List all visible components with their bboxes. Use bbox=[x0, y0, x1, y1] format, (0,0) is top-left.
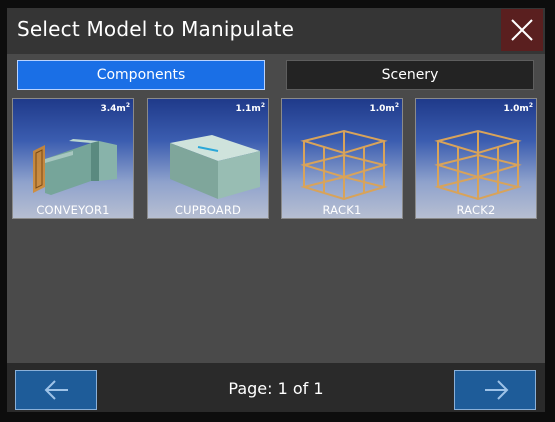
model-card-rack1[interactable]: 1.0m2 RACK1 bbox=[281, 98, 403, 219]
model-name-label: RACK1 bbox=[322, 203, 362, 217]
model-selector-window: Select Model to Manipulate Components Sc… bbox=[7, 8, 545, 412]
model-card-conveyor1[interactable]: 3.4m2 CONVEYOR1 bbox=[12, 98, 134, 219]
tab-components[interactable]: Components bbox=[17, 60, 265, 90]
cupboard-model-thumbnail bbox=[170, 135, 260, 199]
model-card-cupboard[interactable]: 1.1m2 CUPBOARD bbox=[147, 98, 269, 219]
model-area-label: 1.1m2 bbox=[235, 102, 265, 114]
page-indicator: Page: 1 of 1 bbox=[228, 379, 324, 398]
model-area-label: 1.0m2 bbox=[503, 102, 533, 114]
arrow-left-icon bbox=[44, 380, 68, 400]
model-area-label: 1.0m2 bbox=[369, 102, 399, 114]
rack-model-thumbnail bbox=[434, 129, 522, 201]
next-page-button[interactable] bbox=[454, 370, 536, 410]
title-bar: Select Model to Manipulate bbox=[7, 8, 545, 54]
model-area-label: 3.4m2 bbox=[100, 102, 130, 114]
window-title: Select Model to Manipulate bbox=[17, 17, 295, 41]
previous-page-button[interactable] bbox=[15, 370, 97, 410]
pagination-bar: Page: 1 of 1 bbox=[7, 363, 545, 412]
close-icon bbox=[511, 19, 533, 41]
tab-scenery[interactable]: Scenery bbox=[286, 60, 534, 90]
close-button[interactable] bbox=[501, 9, 543, 51]
model-name-label: CONVEYOR1 bbox=[36, 203, 110, 217]
model-name-label: CUPBOARD bbox=[174, 203, 242, 217]
rack-model-thumbnail bbox=[300, 129, 388, 201]
conveyor-model-thumbnail bbox=[33, 139, 117, 195]
model-name-label: RACK2 bbox=[456, 203, 496, 217]
arrow-right-icon bbox=[485, 380, 509, 400]
model-card-rack2[interactable]: 1.0m2 RACK2 bbox=[415, 98, 537, 219]
